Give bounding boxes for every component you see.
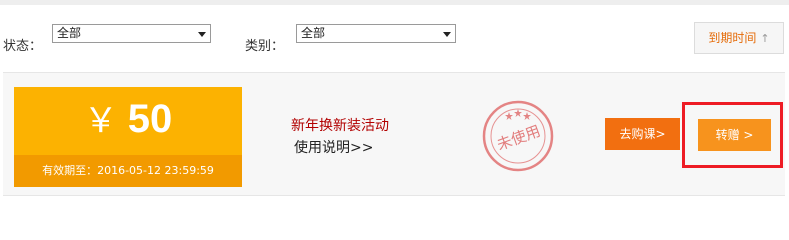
usage-instructions-link[interactable]: 使用说明>> bbox=[294, 137, 373, 157]
sort-by-expiry-label: 到期时间 bbox=[708, 31, 757, 45]
buy-course-button[interactable]: 去购课> bbox=[605, 118, 680, 150]
status-filter-label: 状态： bbox=[3, 39, 43, 54]
category-select-value: 全部 bbox=[301, 26, 326, 40]
chevron-down-icon bbox=[443, 32, 451, 37]
transfer-highlight-box bbox=[682, 102, 783, 168]
ticket-scallop-left bbox=[11, 89, 14, 185]
arrow-up-icon: ↑ bbox=[760, 32, 770, 45]
chevron-down-icon bbox=[198, 32, 206, 37]
currency-symbol: ￥ bbox=[83, 101, 118, 141]
ticket-scallop-right bbox=[242, 89, 245, 185]
coupon-amount: 50 bbox=[127, 97, 173, 141]
coupon-value-area: ￥ 50 bbox=[14, 87, 242, 155]
category-filter-label: 类别： bbox=[245, 39, 285, 54]
top-divider bbox=[0, 0, 789, 5]
status-select[interactable]: 全部 bbox=[52, 24, 211, 43]
coupon-ticket: ￥ 50 有效期至：2016-05-12 23:59:59 bbox=[11, 87, 245, 187]
status-select-value: 全部 bbox=[57, 26, 82, 40]
stamp-text: 未使用 bbox=[494, 122, 542, 154]
sort-by-expiry-button[interactable]: 到期时间 ↑ bbox=[694, 22, 784, 54]
coupon-card: ￥ 50 有效期至：2016-05-12 23:59:59 新年换新装活动 使用说… bbox=[3, 72, 785, 196]
activity-name: 新年换新装活动 bbox=[291, 118, 389, 134]
category-select[interactable]: 全部 bbox=[296, 24, 456, 43]
coupon-price: ￥ 50 bbox=[14, 97, 242, 151]
coupon-validity: 有效期至：2016-05-12 23:59:59 bbox=[14, 155, 242, 187]
unused-stamp: 未使用 bbox=[482, 100, 554, 172]
